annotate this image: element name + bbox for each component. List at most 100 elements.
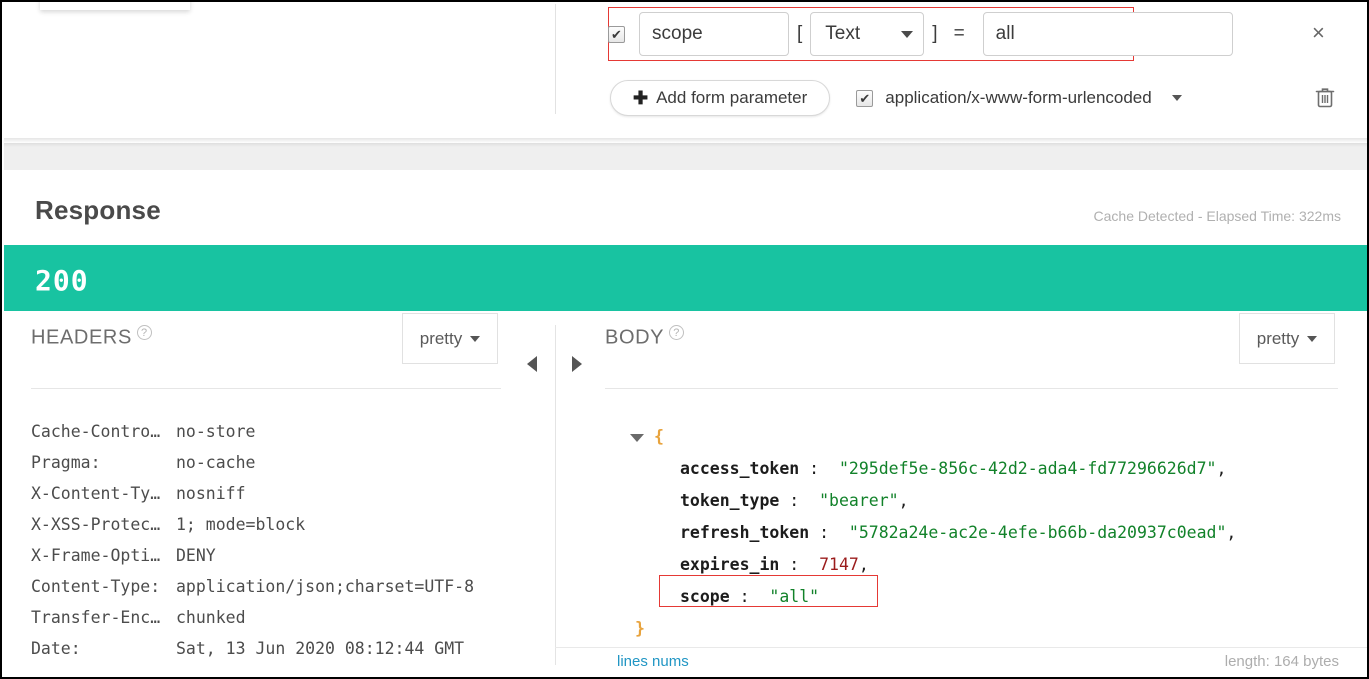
form-parameter-enabled-checkbox[interactable]: ✔ bbox=[608, 25, 625, 43]
header-row: Transfer-Enc… chunked bbox=[31, 602, 474, 633]
header-value: application/json;charset=UTF-8 bbox=[176, 577, 475, 596]
json-key: expires_in bbox=[680, 555, 780, 574]
json-separator: : bbox=[779, 555, 820, 574]
expand-body-arrow-icon[interactable] bbox=[572, 356, 582, 372]
json-row: token_type : "bearer", bbox=[630, 485, 1236, 517]
form-actions-row: ✚ Add form parameter ✔ application/x-www… bbox=[610, 80, 1182, 116]
json-row: access_token : "295def5e-856c-42d2-ada4-… bbox=[630, 453, 1236, 485]
json-value: "295def5e-856c-42d2-ada4-fd77296626d7" bbox=[838, 459, 1217, 478]
response-title: Response bbox=[35, 195, 161, 225]
json-comma: , bbox=[898, 491, 909, 510]
api-client-window: ✔ scope [ Text ] = all × ✚ Add form para… bbox=[0, 0, 1369, 679]
header-row: Pragma: no-cache bbox=[31, 447, 474, 478]
response-panels: HEADERS? pretty Cache-Contro… no-store Pra… bbox=[4, 311, 1367, 677]
chevron-down-icon[interactable] bbox=[1171, 95, 1182, 101]
header-row: Content-Type: application/json;charset=UT… bbox=[31, 571, 474, 602]
form-vertical-divider bbox=[555, 4, 556, 114]
header-value: no-store bbox=[176, 422, 256, 441]
header-row: X-Content-Ty… nosniff bbox=[31, 478, 474, 509]
close-bracket-label: ] bbox=[932, 23, 938, 44]
content-type-group: ✔ application/x-www-form-urlencoded bbox=[856, 88, 1182, 108]
status-code: 200 bbox=[35, 264, 89, 297]
section-separator bbox=[4, 143, 1367, 170]
headers-format-label: pretty bbox=[419, 328, 463, 348]
form-parameter-value-input[interactable]: all bbox=[982, 12, 1233, 56]
headers-title-text: HEADERS bbox=[31, 326, 132, 349]
plus-icon: ✚ bbox=[633, 88, 649, 108]
help-icon[interactable]: ? bbox=[136, 325, 152, 340]
lines-nums-link[interactable]: lines nums bbox=[617, 653, 689, 670]
json-value: "all" bbox=[769, 587, 820, 606]
header-key: Date: bbox=[31, 639, 81, 658]
json-close-brace: } bbox=[635, 619, 645, 638]
header-key: Cache-Contro… bbox=[31, 422, 161, 441]
panels-vertical-divider bbox=[555, 325, 556, 665]
json-row: expires_in : 7147, bbox=[630, 549, 1236, 581]
response-body-json: { access_token : "295def5e-856c-42d2-ada4… bbox=[630, 421, 1236, 645]
response-meta-text: Cache Detected - Elapsed Time: 322ms bbox=[1093, 208, 1341, 224]
add-form-parameter-label: Add form parameter bbox=[656, 88, 808, 107]
json-separator: : bbox=[799, 459, 839, 478]
header-key: X-Content-Ty… bbox=[31, 484, 161, 503]
json-comma: , bbox=[1226, 523, 1237, 542]
json-separator: : bbox=[779, 491, 820, 510]
body-title-text: BODY bbox=[605, 326, 665, 349]
json-key: scope bbox=[680, 587, 730, 606]
open-bracket-label: [ bbox=[797, 23, 803, 44]
add-form-parameter-button[interactable]: ✚ Add form parameter bbox=[610, 80, 831, 116]
content-type-checkbox[interactable]: ✔ bbox=[856, 89, 874, 107]
header-row: Cache-Contro… no-store bbox=[31, 416, 474, 447]
header-row: Date: Sat, 13 Jun 2020 08:12:44 GMT bbox=[31, 633, 474, 664]
header-key: X-XSS-Protec… bbox=[31, 515, 161, 534]
form-parameter-name-input[interactable]: scope bbox=[639, 12, 789, 56]
body-panel-rule bbox=[605, 388, 1338, 389]
json-separator: : bbox=[729, 587, 770, 606]
header-key: Content-Type: bbox=[31, 577, 161, 596]
form-parameter-row: ✔ scope [ Text ] = all bbox=[608, 8, 1233, 60]
request-form-area: ✔ scope [ Text ] = all × ✚ Add form para… bbox=[4, 2, 1367, 143]
json-row: refresh_token : "5782a24e-ac2e-4efe-b66b… bbox=[630, 517, 1236, 549]
body-panel-header: BODY? pretty bbox=[605, 311, 1338, 369]
json-key: token_type bbox=[680, 491, 780, 510]
header-value: nosniff bbox=[176, 484, 246, 503]
equals-label: = bbox=[953, 23, 965, 44]
header-key: Transfer-Enc… bbox=[31, 608, 161, 627]
header-value: chunked bbox=[176, 608, 246, 627]
chevron-down-icon bbox=[470, 335, 481, 342]
header-value: no-cache bbox=[176, 453, 256, 472]
response-header: Response Cache Detected - Elapsed Time: … bbox=[4, 170, 1367, 245]
body-footer-rule bbox=[555, 647, 1367, 648]
delete-body-icon[interactable] bbox=[1315, 86, 1335, 108]
headers-panel-title: HEADERS? bbox=[31, 325, 152, 350]
json-row: scope : "all" bbox=[630, 581, 1236, 613]
json-separator: : bbox=[809, 523, 849, 542]
json-value: "5782a24e-ac2e-4efe-b66b-da20937c0ead" bbox=[848, 523, 1227, 542]
response-headers-list: Cache-Contro… no-store Pragma: no-cache X-Co… bbox=[31, 416, 474, 664]
json-comma: , bbox=[1216, 459, 1227, 478]
header-row: X-Frame-Opti… DENY bbox=[31, 540, 474, 571]
header-value: DENY bbox=[176, 546, 216, 565]
json-value: 7147 bbox=[819, 555, 859, 574]
collapse-headers-arrow-icon[interactable] bbox=[527, 356, 537, 372]
body-format-select[interactable]: pretty bbox=[1239, 313, 1335, 364]
json-key: access_token bbox=[680, 459, 800, 478]
headers-panel-rule bbox=[31, 388, 501, 389]
chevron-down-icon bbox=[901, 30, 914, 38]
json-open-brace: { bbox=[654, 427, 664, 446]
help-icon[interactable]: ? bbox=[669, 325, 685, 340]
chevron-down-icon bbox=[1307, 335, 1318, 342]
header-value: Sat, 13 Jun 2020 08:12:44 GMT bbox=[176, 639, 465, 658]
content-type-label[interactable]: application/x-www-form-urlencoded bbox=[885, 88, 1151, 108]
collapse-triangle-icon[interactable] bbox=[630, 433, 644, 442]
headers-format-select[interactable]: pretty bbox=[402, 313, 498, 364]
header-key: Pragma: bbox=[31, 453, 101, 472]
form-parameter-type-select[interactable]: Text bbox=[810, 12, 925, 56]
header-key: X-Frame-Opti… bbox=[31, 546, 161, 565]
body-format-label: pretty bbox=[1256, 328, 1300, 348]
headers-panel-header: HEADERS? pretty bbox=[31, 311, 501, 369]
response-status-bar: 200 bbox=[4, 245, 1367, 311]
json-value: "bearer" bbox=[819, 491, 899, 510]
partial-tab-above[interactable] bbox=[40, 2, 190, 10]
remove-parameter-icon[interactable]: × bbox=[1312, 22, 1325, 44]
header-value: 1; mode=block bbox=[176, 515, 306, 534]
